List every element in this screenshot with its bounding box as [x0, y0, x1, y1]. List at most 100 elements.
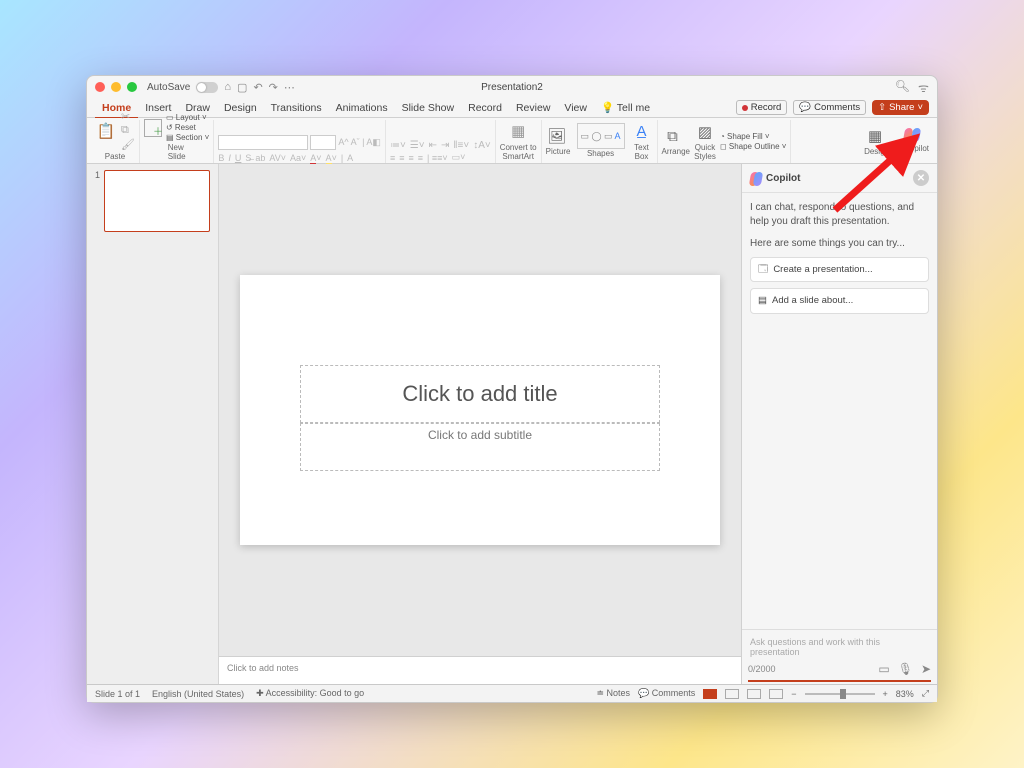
align-text-button[interactable]: ▭˅ [452, 152, 466, 163]
new-slide-button[interactable]: ＋ [144, 119, 162, 137]
slide-stage: Click to add title Click to add subtitle… [219, 164, 741, 684]
picture-button[interactable]: 🖼Picture [546, 125, 571, 158]
strike-button[interactable]: S̶ [245, 153, 251, 163]
zoom-level[interactable]: 83% [896, 689, 914, 699]
smartart-group: ▦ Convert to SmartArt [496, 120, 542, 163]
highlight-button[interactable]: A˅ [326, 153, 337, 163]
subtitle-placeholder[interactable]: Click to add subtitle [300, 423, 660, 471]
arrange-group: ⧉Arrange ▨Quick Styles ◔ Shape Fill ˅ ◻ … [658, 120, 792, 163]
tab-design[interactable]: Design [217, 99, 264, 117]
slide-count[interactable]: Slide 1 of 1 [95, 689, 140, 699]
designer-group: ▦Designer Copilot [860, 120, 933, 163]
close-panel-button[interactable]: ✕ [913, 170, 929, 186]
italic-button[interactable]: I [228, 153, 231, 163]
reading-view-button[interactable] [747, 689, 761, 699]
slide-canvas[interactable]: Click to add title Click to add subtitle [240, 275, 720, 545]
underline-button[interactable]: U [235, 153, 242, 163]
convert-smartart-button[interactable]: ▦ [507, 120, 529, 142]
bold-button[interactable]: B [218, 153, 224, 163]
normal-view-button[interactable] [703, 689, 717, 699]
ribbon: 📋 ✂ ⧉ 🖌 Paste ＋ ▭ Layout ˅ ↺ Reset ▤ Sec… [87, 118, 937, 164]
font-family-input[interactable] [218, 135, 308, 150]
record-button[interactable]: Record [736, 100, 788, 115]
thumb-number: 1 [95, 170, 100, 678]
align-left-button[interactable]: ≡ [390, 153, 395, 163]
sorter-view-button[interactable] [725, 689, 739, 699]
tab-review[interactable]: Review [509, 99, 557, 117]
tab-record[interactable]: Record [461, 99, 509, 117]
tab-animations[interactable]: Animations [329, 99, 395, 117]
suggestion-add-slide[interactable]: ▤ Add a slide about... [750, 288, 929, 313]
title-placeholder[interactable]: Click to add title [300, 365, 660, 423]
autosave-label: AutoSave [147, 82, 190, 93]
text-direction-button[interactable]: ↕A˅ [473, 140, 491, 151]
language-status[interactable]: English (United States) [152, 689, 244, 699]
layout-button[interactable]: ▭ Layout ˅ [166, 113, 209, 122]
save-icon[interactable]: ▢ [237, 81, 247, 94]
tab-view[interactable]: View [557, 99, 594, 117]
reset-button[interactable]: ↺ Reset [166, 123, 209, 132]
tab-slideshow[interactable]: Slide Show [395, 99, 462, 117]
copilot-try-label: Here are some things you can try... [750, 237, 929, 251]
ribbon-tabs: Home Insert Draw Design Transitions Anim… [87, 98, 937, 118]
tab-transitions[interactable]: Transitions [264, 99, 329, 117]
fit-window-button[interactable]: ⤢ [922, 688, 929, 699]
font-color-button[interactable]: A˅ [310, 153, 321, 163]
more-qat-icon[interactable]: ⋯ [284, 81, 295, 94]
tell-me-label: Tell me [617, 102, 650, 114]
undo-icon[interactable]: ↶ [253, 81, 262, 94]
format-painter-icon[interactable]: 🖌 [121, 138, 135, 151]
zoom-out-button[interactable]: − [791, 689, 796, 699]
copilot-title: Copilot [766, 173, 800, 184]
notes-pane[interactable]: Click to add notes [219, 656, 741, 684]
comments-toggle[interactable]: 💬 Comments [638, 688, 695, 699]
attach-icon[interactable]: ▭ [878, 662, 889, 676]
numbering-button[interactable]: ☰˅ [410, 140, 425, 151]
slide-thumbnail-panel[interactable]: 1 [87, 164, 219, 684]
quick-styles-button[interactable]: ▨Quick Styles [694, 121, 716, 163]
tell-me-button[interactable]: 💡 Tell me [594, 98, 657, 117]
bullets-button[interactable]: ≔˅ [390, 140, 406, 151]
new-slide-label: New Slide [168, 143, 186, 161]
designer-button[interactable]: ▦Designer [864, 125, 896, 158]
textbox-button[interactable]: A̲Text Box [631, 121, 653, 163]
comments-button[interactable]: 💬 Comments [793, 100, 866, 115]
slide-thumbnail-1[interactable] [104, 170, 210, 232]
shape-outline-button[interactable]: ◻ Shape Outline ˅ [720, 142, 786, 151]
more-font-button[interactable]: ab [255, 153, 265, 163]
copilot-input[interactable]: Ask questions and work with this present… [748, 634, 931, 660]
search-icon[interactable]: 🔍︎ [895, 79, 910, 96]
slideshow-view-button[interactable] [769, 689, 783, 699]
suggestion-1-label: Create a presentation... [773, 263, 872, 276]
autosave-toggle[interactable] [196, 82, 218, 93]
account-icon[interactable]: ᯤ [918, 79, 929, 96]
notes-toggle[interactable]: ≐ Notes [596, 688, 630, 699]
status-bar: Slide 1 of 1 English (United States) ✚ A… [87, 684, 937, 702]
clipboard-extra[interactable]: ✂ ⧉ 🖌 [121, 110, 135, 151]
send-icon[interactable]: ➤ [921, 662, 931, 676]
copy-icon[interactable]: ⧉ [121, 124, 135, 137]
section-button[interactable]: ▤ Section ˅ [166, 133, 209, 142]
shapes-button[interactable]: ▭ ◯ ▭ A Shapes [577, 123, 625, 160]
mic-icon[interactable]: 🎙 [898, 662, 913, 676]
zoom-in-button[interactable]: + [883, 689, 888, 699]
copilot-button[interactable]: Copilot [904, 128, 929, 155]
paste-button[interactable]: 📋 [95, 120, 117, 142]
shape-fill-button[interactable]: ◔ Shape Fill ˅ [720, 132, 786, 141]
font-size-input[interactable] [310, 135, 336, 150]
char-counter: 0/2000 [748, 664, 776, 674]
accessibility-status[interactable]: ✚ Accessibility: Good to go [256, 688, 364, 699]
redo-icon[interactable]: ↷ [269, 81, 278, 94]
zoom-slider[interactable] [805, 693, 875, 695]
slide-icon: ▤ [758, 294, 767, 307]
copilot-icon [904, 128, 920, 144]
clipboard-group: 📋 ✂ ⧉ 🖌 Paste [91, 120, 140, 163]
copilot-panel: Copilot ✕ I can chat, respond to questio… [741, 164, 937, 684]
suggestion-create-presentation[interactable]: 🗔 Create a presentation... [750, 257, 929, 282]
arrange-button[interactable]: ⧉Arrange [662, 125, 690, 158]
copilot-input-area: Ask questions and work with this present… [742, 629, 937, 684]
cut-icon[interactable]: ✂ [121, 110, 135, 123]
powerpoint-window: AutoSave ⌂ ▢ ↶ ↷ ⋯ Presentation2 🔍︎ ᯤ Ho… [86, 75, 938, 703]
share-button[interactable]: ⇧ Share ˅ [872, 100, 929, 115]
home-icon[interactable]: ⌂ [224, 81, 231, 93]
